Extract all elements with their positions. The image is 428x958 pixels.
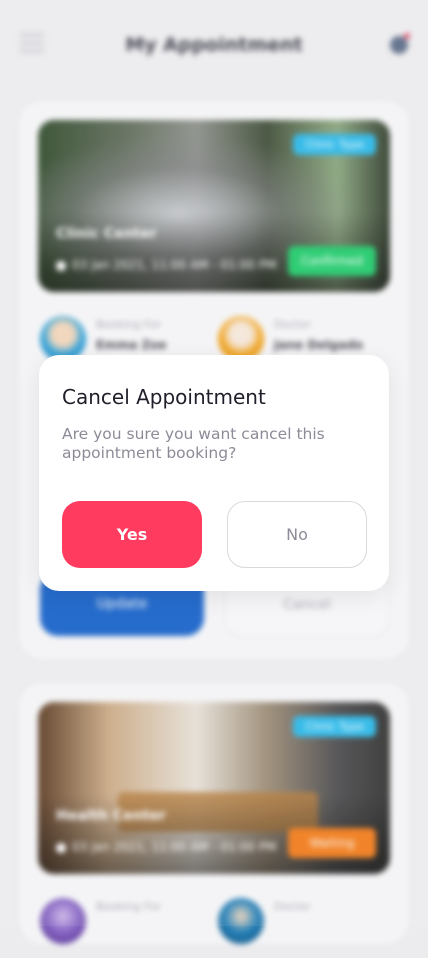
no-button[interactable]: No xyxy=(227,501,367,568)
cancel-appointment-dialog: Cancel Appointment Are you sure you want… xyxy=(39,355,389,591)
dialog-title: Cancel Appointment xyxy=(62,385,266,409)
dialog-message: Are you sure you want cancel this appoin… xyxy=(62,425,325,462)
yes-button[interactable]: Yes xyxy=(62,501,202,568)
